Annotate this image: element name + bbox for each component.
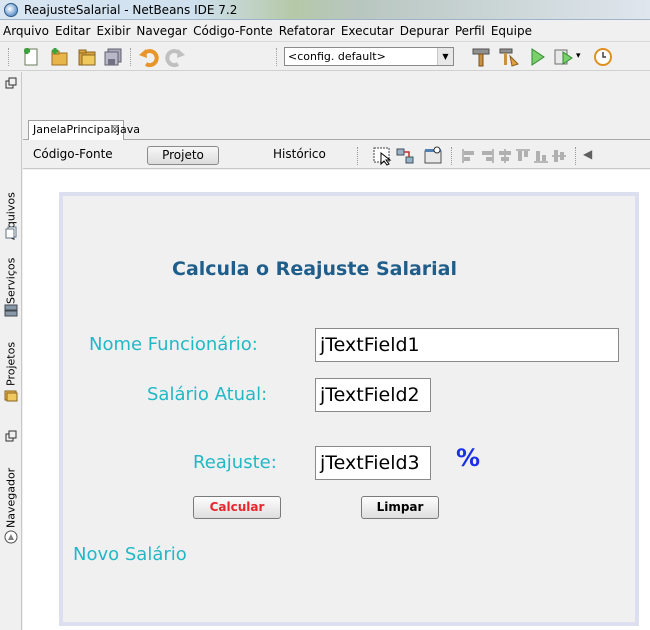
projects-icon [4, 390, 18, 402]
percent-label: % [456, 444, 481, 472]
window-titlebar: ReajusteSalarial - NetBeans IDE 7.2 [0, 0, 650, 20]
toolbar-separator [575, 147, 576, 165]
run-icon[interactable] [526, 46, 548, 68]
form-title: Calcula o Reajuste Salarial [172, 258, 458, 280]
tab-projeto[interactable]: Projeto [147, 146, 219, 165]
redo-icon[interactable] [164, 46, 186, 68]
toolbar-separator [276, 48, 277, 66]
align-bottom-icon[interactable] [533, 148, 549, 164]
debug-icon[interactable] [552, 46, 574, 68]
menu-perfil[interactable]: Perfil [452, 20, 488, 41]
sidebar-tab-label: Projetos [4, 341, 18, 386]
salary-label: Salário Atual: [147, 384, 268, 405]
center-horizontally-icon[interactable] [497, 148, 513, 164]
navigator-icon [4, 530, 18, 544]
open-project-icon[interactable] [76, 46, 98, 68]
menu-bar: Arquivo Editar Exibir Navegar Código-Fonte Re… [0, 20, 650, 42]
new-file-icon[interactable] [20, 46, 42, 68]
sidebar-tab-label: Navegador [4, 467, 18, 528]
tab-codigo-fonte[interactable]: Código-Fonte [29, 146, 117, 165]
chevron-left-icon[interactable]: ◀ [583, 147, 592, 161]
sidebar-tab-projetos[interactable]: Projetos [1, 324, 21, 386]
new-project-icon[interactable] [48, 46, 70, 68]
name-label: Nome Funcionário: [89, 334, 258, 355]
form-frame: Calcula o Reajuste Salarial Nome Funcion… [59, 192, 639, 626]
toolbar-separator [357, 147, 358, 165]
menu-equipe[interactable]: Equipe [488, 20, 535, 41]
name-text-field[interactable]: jTextField1 [315, 328, 619, 362]
close-icon[interactable]: ⊠ [111, 121, 119, 139]
chevron-down-icon[interactable]: ▼ [437, 48, 453, 65]
menu-editar[interactable]: Editar [52, 20, 94, 41]
design-canvas: Calcula o Reajuste Salarial Nome Funcion… [23, 170, 650, 630]
raise-label: Reajuste: [193, 452, 277, 473]
toolbar-grip [8, 48, 9, 66]
profile-icon[interactable] [590, 46, 612, 68]
raise-text-field[interactable]: jTextField3 [315, 446, 431, 480]
menu-codigo-fonte[interactable]: Código-Fonte [190, 20, 276, 41]
align-left-icon[interactable] [461, 148, 477, 164]
tab-historico[interactable]: Histórico [269, 146, 330, 165]
new-salary-label: Novo Salário [73, 544, 187, 565]
align-right-icon[interactable] [479, 148, 495, 164]
calcular-button[interactable]: Calcular [193, 496, 281, 519]
menu-refatorar[interactable]: Refatorar [276, 20, 338, 41]
connection-mode-icon[interactable] [395, 146, 415, 166]
toolbar-separator [130, 48, 131, 66]
configuration-select[interactable]: <config. default> ▼ [284, 47, 454, 66]
save-all-icon[interactable] [102, 46, 124, 68]
editor-tab-strip: JanelaPrincipal.java ⊠ [23, 116, 650, 140]
sidebar-tab-navegador[interactable]: Navegador [1, 452, 21, 528]
window-title: ReajusteSalarial - NetBeans IDE 7.2 [24, 3, 238, 17]
menu-executar[interactable]: Executar [338, 20, 397, 41]
align-top-icon[interactable] [515, 148, 531, 164]
restore-window-icon[interactable] [5, 77, 17, 89]
chevron-down-icon[interactable]: ▾ [576, 51, 581, 61]
salary-text-field[interactable]: jTextField2 [315, 378, 431, 412]
sidebar-tab-servicos[interactable]: Serviços [1, 238, 21, 304]
build-icon[interactable] [470, 46, 492, 68]
tab-label: JanelaPrincipal.java [33, 123, 140, 136]
preview-design-icon[interactable] [423, 146, 443, 166]
menu-exibir[interactable]: Exibir [93, 20, 133, 41]
configuration-select-value: <config. default> [288, 50, 386, 63]
center-vertically-icon[interactable] [551, 148, 567, 164]
clean-build-icon[interactable] [498, 46, 520, 68]
limpar-button[interactable]: Limpar [361, 496, 439, 519]
netbeans-app-icon [4, 3, 18, 17]
sidebar-tab-label: Serviços [4, 257, 18, 304]
menu-navegar[interactable]: Navegar [133, 20, 190, 41]
services-icon [4, 304, 18, 317]
restore-window-icon[interactable] [5, 430, 17, 442]
left-sidebar: Arquivos Serviços Projetos Navegador [0, 72, 22, 630]
menu-depurar[interactable]: Depurar [397, 20, 452, 41]
selection-mode-icon[interactable] [373, 146, 393, 166]
editor-mode-bar: Código-Fonte Projeto Histórico ◀ [23, 141, 650, 169]
undo-icon[interactable] [138, 46, 160, 68]
toolbar-separator [451, 147, 452, 165]
tab-janela-principal[interactable]: JanelaPrincipal.java ⊠ [28, 120, 140, 140]
menu-arquivo[interactable]: Arquivo [0, 20, 52, 41]
main-toolbar: <config. default> ▼ ▾ [0, 43, 650, 71]
